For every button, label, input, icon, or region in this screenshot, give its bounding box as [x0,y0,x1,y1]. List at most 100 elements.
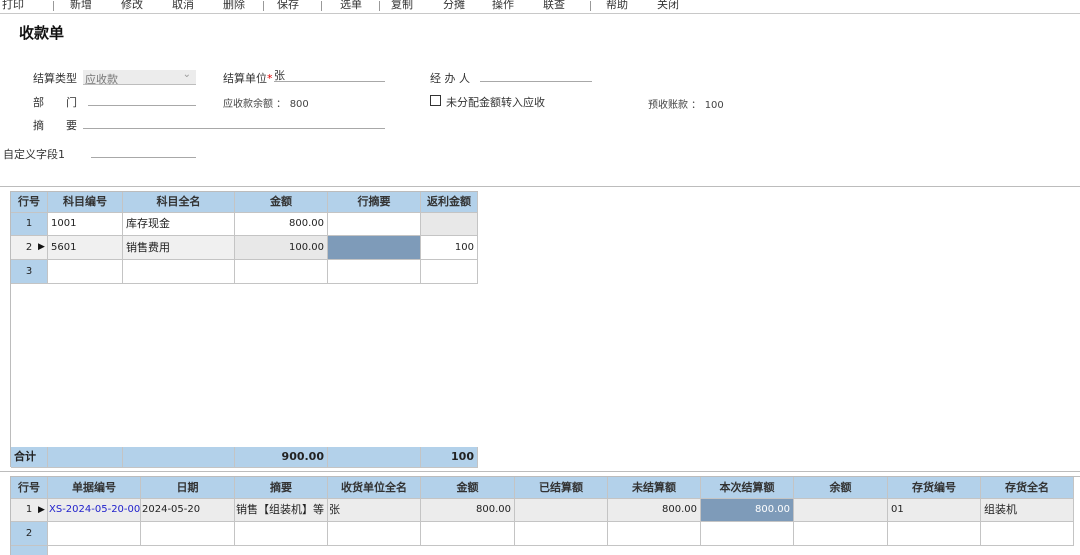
row-number[interactable]: 1 [11,213,48,236]
select-doc-button[interactable]: 选单 [340,0,362,12]
account-grid: 行号 科目编号 科目全名 金额 行摘要 返利金额 1 1001 库存现金 800… [10,191,478,468]
prepaid-value: 100 [704,100,724,111]
col-header-doc-no[interactable]: 单据编号 [48,477,141,499]
col-header-code[interactable]: 科目编号 [48,192,123,213]
receiving-unit-cell[interactable] [328,522,421,546]
unallocated-checkbox[interactable] [430,95,441,106]
edit-button[interactable]: 修改 [121,0,143,12]
inventory-code-cell[interactable]: 01 [888,499,981,522]
col-header-amount[interactable]: 金额 [235,192,328,213]
settle-unit-field[interactable]: 张 [274,70,385,82]
save-button[interactable]: 保存 [277,0,299,12]
handler-label: 经 办 人 [430,72,470,85]
current-settle-cell[interactable] [701,522,794,546]
dept-field[interactable] [88,94,196,106]
settle-unit-label: 结算单位* [223,72,273,85]
account-name-cell[interactable]: 销售费用 [123,236,235,260]
delete-button[interactable]: 删除 [223,0,245,12]
amount-cell[interactable] [235,260,328,284]
doc-no-cell[interactable] [48,522,141,546]
col-header-inventory-code[interactable]: 存货编号 [888,477,981,499]
total-empty-cell [328,447,421,468]
toolbar-separator [321,1,322,11]
row-number[interactable]: 2 ▶ [11,236,48,260]
cancel-button[interactable]: 取消 [172,0,194,12]
balance-cell[interactable] [794,522,888,546]
custom-field-input[interactable] [91,146,196,158]
col-header-summary[interactable]: 摘要 [235,477,328,499]
grid-divider [0,471,1080,472]
memo-cell[interactable] [328,213,421,236]
memo-cell[interactable] [328,260,421,284]
close-button[interactable]: 关闭 [657,0,679,12]
col-header-row-no[interactable]: 行号 [11,192,48,213]
settled-cell[interactable] [515,499,608,522]
settled-cell[interactable] [515,522,608,546]
amount-cell[interactable] [421,522,515,546]
document-grid: 行号 单据编号 日期 摘要 收货单位全名 金额 已结算额 未结算额 本次结算额 … [10,476,1080,555]
unsettled-cell[interactable]: 800.00 [608,499,701,522]
col-header-memo[interactable]: 行摘要 [328,192,421,213]
date-cell[interactable]: 2024-05-20 [141,499,235,522]
account-name-cell[interactable] [123,260,235,284]
row-number[interactable]: 3 [11,260,48,284]
doc-no-cell[interactable]: XS-2024-05-20-00 [48,499,141,522]
summary-cell[interactable]: 销售【组装机】等 [235,499,328,522]
amount-cell[interactable]: 100.00 [235,236,328,260]
settle-type-select[interactable]: 应收款 ⌄ [83,69,196,86]
print-button[interactable]: 打印 [2,0,24,12]
account-name-cell[interactable]: 库存现金 [123,213,235,236]
chevron-down-icon[interactable]: ⌄ [183,69,191,80]
inventory-name-cell[interactable]: 组装机 [981,499,1074,522]
current-settle-cell[interactable]: 800.00 [701,499,794,522]
balance-cell[interactable] [794,499,888,522]
total-amount: 900.00 [235,447,328,468]
account-code-cell[interactable]: 1001 [48,213,123,236]
col-header-row-no[interactable]: 行号 [11,477,48,499]
amount-cell[interactable]: 800.00 [421,499,515,522]
total-empty-cell [123,447,235,468]
row-number[interactable] [11,546,48,555]
page-title: 收款单 [19,24,65,42]
inventory-code-cell[interactable] [888,522,981,546]
rebate-cell[interactable] [421,213,478,236]
col-header-inventory-name[interactable]: 存货全名 [981,477,1074,499]
rebate-cell[interactable]: 100 [421,236,478,260]
link-query-button[interactable]: 联查 [543,0,565,12]
col-header-settled[interactable]: 已结算额 [515,477,608,499]
col-header-balance[interactable]: 余额 [794,477,888,499]
summary-field[interactable] [83,117,385,129]
copy-button[interactable]: 复制 [391,0,413,12]
prepaid-label: 预收账款 ： 100 [648,100,724,111]
unsettled-cell[interactable] [608,522,701,546]
rebate-cell[interactable] [421,260,478,284]
amount-cell[interactable]: 800.00 [235,213,328,236]
operate-button[interactable]: 操作 [492,0,514,12]
col-header-rebate[interactable]: 返利金额 [421,192,478,213]
col-header-name[interactable]: 科目全名 [123,192,235,213]
current-row-pointer-icon: ▶ [38,242,45,252]
col-header-unsettled[interactable]: 未结算额 [608,477,701,499]
new-button[interactable]: 新增 [70,0,92,12]
date-cell[interactable] [141,522,235,546]
toolbar-separator [263,1,264,11]
memo-cell[interactable] [328,236,421,260]
toolbar-separator [53,1,54,11]
receivable-balance-label: 应收款余额 ： 800 [223,99,309,110]
account-code-cell[interactable]: 5601 [48,236,123,260]
col-header-current-settle[interactable]: 本次结算额 [701,477,794,499]
account-code-cell[interactable] [48,260,123,284]
help-button[interactable]: 帮助 [606,0,628,12]
receiving-unit-cell[interactable]: 张 [328,499,421,522]
toolbar-separator [590,1,591,11]
current-row-pointer-icon: ▶ [38,505,45,515]
handler-field[interactable] [480,70,592,82]
row-number[interactable]: 1 ▶ [11,499,48,522]
row-number[interactable]: 2 [11,522,48,546]
col-header-amount[interactable]: 金额 [421,477,515,499]
allocate-button[interactable]: 分摊 [443,0,465,12]
inventory-name-cell[interactable] [981,522,1074,546]
col-header-receiving-unit[interactable]: 收货单位全名 [328,477,421,499]
summary-cell[interactable] [235,522,328,546]
col-header-date[interactable]: 日期 [141,477,235,499]
